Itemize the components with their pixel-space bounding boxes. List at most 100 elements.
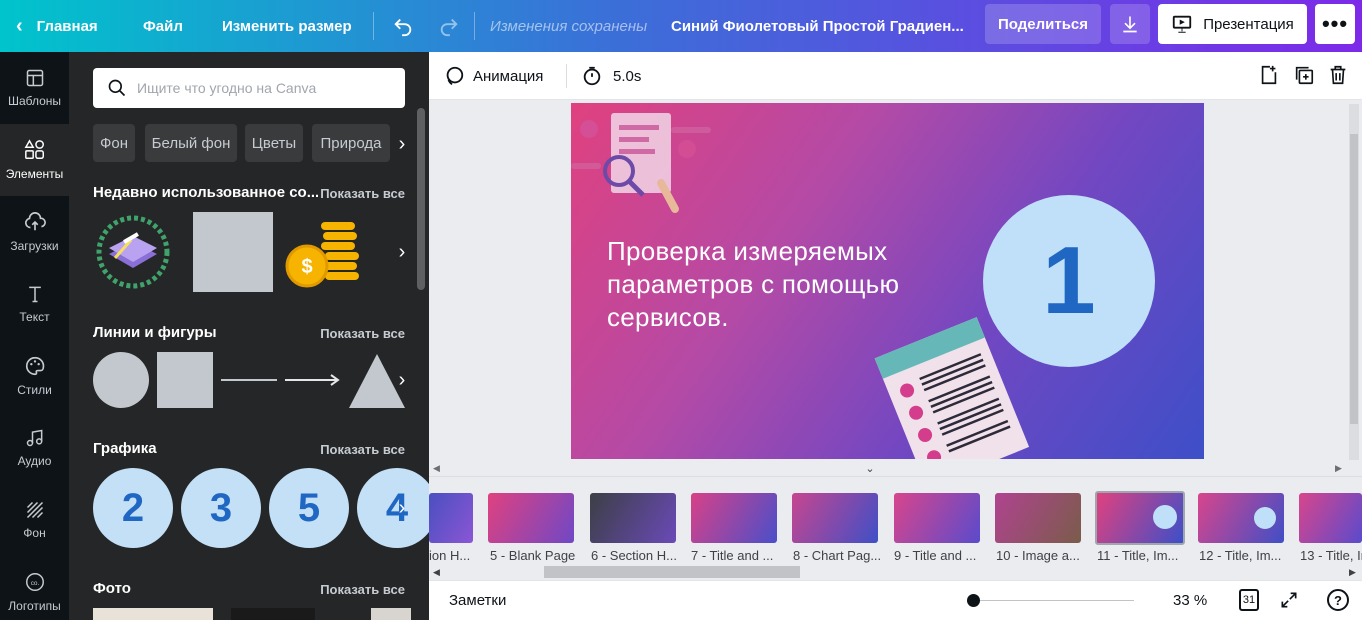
undo-button[interactable] xyxy=(392,0,414,52)
thumbnail-5[interactable] xyxy=(488,493,574,543)
shape-line[interactable] xyxy=(221,379,277,381)
thumbnails-scrollbar: ◀ ▶ xyxy=(429,564,1362,580)
chip-white-background[interactable]: Белый фон xyxy=(145,124,237,162)
thumbnail-12[interactable] xyxy=(1198,493,1284,543)
more-button[interactable]: ••• xyxy=(1315,4,1355,44)
file-menu[interactable]: Файл xyxy=(143,0,183,52)
more-icon: ••• xyxy=(1321,11,1349,36)
graphic-number-2[interactable]: 2 xyxy=(93,468,173,548)
rail-item-uploads[interactable]: Загрузки xyxy=(0,196,69,268)
recent-show-all[interactable]: Показать все xyxy=(320,186,405,201)
rail-label: Стили xyxy=(17,383,52,397)
fullscreen-icon xyxy=(1281,592,1297,608)
recent-next-button[interactable]: › xyxy=(390,232,414,272)
rail-item-audio[interactable]: Аудио xyxy=(0,412,69,484)
animation-button[interactable]: Анимация xyxy=(443,64,543,88)
thumbnail-13[interactable] xyxy=(1299,493,1362,543)
recent-item-coins[interactable]: $ xyxy=(283,218,373,288)
bottom-bar: Заметки 33 % 31 ? xyxy=(429,580,1362,620)
duration-label: 5.0s xyxy=(613,67,642,85)
scroll-right-arrow[interactable]: ▶ xyxy=(1335,463,1343,473)
redo-button[interactable] xyxy=(438,0,460,52)
search-field[interactable]: Ищите что угодно на Canva xyxy=(93,68,405,108)
help-button[interactable]: ? xyxy=(1327,589,1349,611)
stage-scrollbar-thumb[interactable] xyxy=(1350,134,1358,424)
rail-item-styles[interactable]: Стили xyxy=(0,340,69,412)
rail-item-elements[interactable]: Элементы xyxy=(0,124,69,196)
rail-label: Текст xyxy=(19,310,50,324)
chip-background[interactable]: Фон xyxy=(93,124,135,162)
thumbnail-7[interactable] xyxy=(691,493,777,543)
graphics-show-all[interactable]: Показать все xyxy=(320,442,405,457)
chevron-right-icon: › xyxy=(398,496,406,519)
audio-icon xyxy=(26,429,42,447)
add-page-button[interactable] xyxy=(1258,64,1280,91)
panel-scrollbar[interactable] xyxy=(417,108,425,290)
shape-arrow-line[interactable] xyxy=(285,372,343,388)
uploads-icon xyxy=(24,212,46,231)
notes-button[interactable]: Заметки xyxy=(449,592,506,609)
slide-canvas[interactable]: Проверка измеряемых параметров с помощью… xyxy=(571,103,1204,459)
photo-item[interactable] xyxy=(93,608,213,620)
fullscreen-button[interactable] xyxy=(1279,590,1299,615)
document-title[interactable]: Синий Фиолетовый Простой Градиен... xyxy=(671,0,963,52)
photo-item[interactable] xyxy=(231,608,315,620)
thumbnails-scrollbar-thumb[interactable] xyxy=(544,566,800,578)
share-button[interactable]: Поделиться xyxy=(985,4,1101,44)
rail-item-background[interactable]: Фон xyxy=(0,484,69,556)
scroll-left-arrow[interactable]: ◀ xyxy=(433,463,441,473)
photo-show-all[interactable]: Показать все xyxy=(320,582,405,597)
shape-circle[interactable] xyxy=(93,352,149,408)
scroll-left-arrow[interactable]: ◀ xyxy=(433,567,440,578)
chips-next-button[interactable]: › xyxy=(390,124,414,164)
graphics-next-button[interactable]: › xyxy=(390,488,414,528)
home-label: Главная xyxy=(36,17,98,35)
chip-nature[interactable]: Природа xyxy=(312,124,390,162)
graphic-number-3[interactable]: 3 xyxy=(181,468,261,548)
thumbnail-6[interactable] xyxy=(590,493,676,543)
thumbnail-4[interactable] xyxy=(429,493,473,543)
resize-button[interactable]: Изменить размер xyxy=(222,0,352,52)
zoom-slider-track[interactable] xyxy=(974,600,1134,601)
scroll-right-arrow[interactable]: ▶ xyxy=(1349,567,1356,578)
top-bar: ‹ Главная Файл Изменить размер Изменения… xyxy=(0,0,1362,52)
animation-icon xyxy=(446,66,464,86)
rail-label: Шаблоны xyxy=(7,94,62,108)
expand-thumbnails-button[interactable]: ⌄ xyxy=(858,462,882,476)
home-button[interactable]: ‹ Главная xyxy=(16,0,98,52)
zoom-level[interactable]: 33 % xyxy=(1173,592,1207,609)
download-button[interactable] xyxy=(1110,4,1150,44)
thumbnail-label: 10 - Image a... xyxy=(996,548,1080,563)
thumbnail-label: 13 - Title, Im xyxy=(1300,548,1362,563)
thumbnail-label: 12 - Title, Im... xyxy=(1199,548,1282,563)
shapes-show-all[interactable]: Показать все xyxy=(320,326,405,341)
photo-item[interactable] xyxy=(371,608,411,620)
delete-page-button[interactable] xyxy=(1327,64,1349,91)
present-label: Презентация xyxy=(1203,15,1294,33)
thumbnail-8[interactable] xyxy=(792,493,878,543)
rail-item-logos[interactable]: co. Логотипы xyxy=(0,556,69,628)
duplicate-page-button[interactable] xyxy=(1293,64,1315,91)
editor-toolbar: Анимация 5.0s xyxy=(429,52,1362,100)
search-input[interactable]: Ищите что угодно на Canva xyxy=(137,80,316,96)
zoom-slider-handle[interactable] xyxy=(967,594,980,607)
recent-item-book[interactable] xyxy=(93,212,173,292)
divider xyxy=(566,64,567,88)
duration-button[interactable]: 5.0s xyxy=(581,64,641,88)
thumbnail-9[interactable] xyxy=(894,493,980,543)
page-count-button[interactable]: 31 xyxy=(1239,589,1259,611)
recent-item-square[interactable] xyxy=(193,212,273,292)
shapes-next-button[interactable]: › xyxy=(390,360,414,400)
rail-label: Загрузки xyxy=(10,239,59,253)
add-page-icon xyxy=(1261,65,1277,85)
thumbnail-11-selected[interactable] xyxy=(1095,491,1185,545)
photo-section-title: Фото xyxy=(93,580,131,597)
chevron-left-icon: ‹ xyxy=(16,14,23,37)
graphic-number-5[interactable]: 5 xyxy=(269,468,349,548)
rail-item-templates[interactable]: Шаблоны xyxy=(0,52,69,124)
chip-flowers[interactable]: Цветы xyxy=(245,124,303,162)
rail-item-text[interactable]: Текст xyxy=(0,268,69,340)
present-button[interactable]: Презентация xyxy=(1158,4,1307,44)
shape-square[interactable] xyxy=(157,352,213,408)
thumbnail-10[interactable] xyxy=(995,493,1081,543)
